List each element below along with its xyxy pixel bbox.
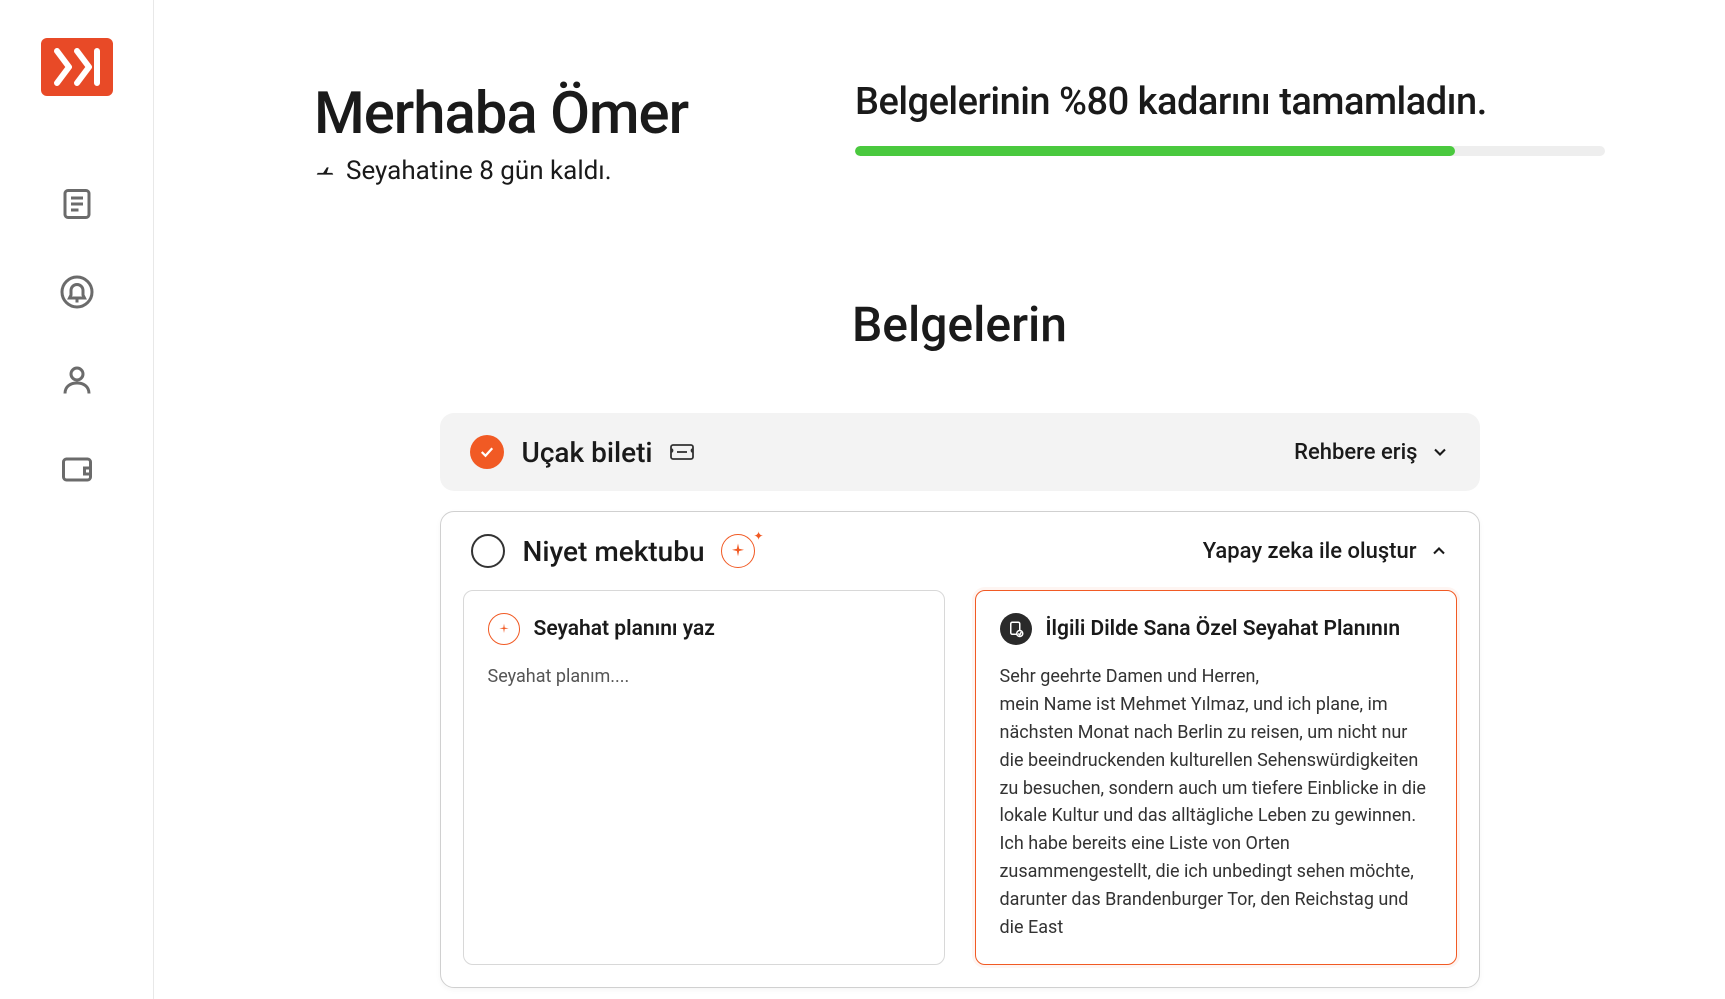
nav-profile[interactable] <box>57 360 97 400</box>
user-icon <box>59 362 95 398</box>
right-panel-generated: İlgili Dilde Sana Özel Seyahat Planının … <box>975 590 1457 965</box>
right-panel-content: Sehr geehrte Damen und Herren, mein Name… <box>1000 663 1432 942</box>
doc-card-ticket: Uçak bileti Rehbere eriş <box>440 413 1480 491</box>
sidebar <box>0 0 154 999</box>
doc-body-letter: Seyahat planını yaz Seyahat planım.... <box>441 590 1479 987</box>
plane-icon <box>314 160 336 182</box>
wallet-icon <box>59 450 95 486</box>
sparkle-icon <box>729 542 747 560</box>
doc-title-letter: Niyet mektubu ✦ <box>523 534 755 568</box>
document-icon <box>59 186 95 222</box>
ai-sparkle-badge: ✦ <box>721 534 755 568</box>
main-content: Merhaba Ömer Seyahatine 8 gün kaldı. Bel… <box>154 0 1725 999</box>
chevron-down-icon <box>1430 442 1450 462</box>
progress-fill <box>855 146 1455 156</box>
left-panel-content[interactable]: Seyahat planım.... <box>488 663 920 691</box>
doc-action-letter[interactable]: Yapay zeka ile oluştur <box>1203 539 1449 564</box>
plus-sparkle-icon <box>488 613 520 645</box>
greeting-title: Merhaba Ömer <box>314 80 688 148</box>
app-logo[interactable] <box>41 38 113 96</box>
doc-header-ticket[interactable]: Uçak bileti Rehbere eriş <box>440 413 1480 491</box>
status-completed-icon <box>470 435 504 469</box>
status-empty-icon <box>471 534 505 568</box>
documents-list: Uçak bileti Rehbere eriş <box>440 413 1480 988</box>
page-header: Merhaba Ömer Seyahatine 8 gün kaldı. Bel… <box>314 80 1605 186</box>
bell-icon <box>59 274 95 310</box>
right-panel-title: İlgili Dilde Sana Özel Seyahat Planının <box>1000 613 1432 645</box>
section-title: Belgelerin <box>314 296 1605 353</box>
doc-card-letter: Niyet mektubu ✦ Yapay zeka ile oluştur <box>440 511 1480 988</box>
left-panel-write-plan[interactable]: Seyahat planını yaz Seyahat planım.... <box>463 590 945 965</box>
left-panel-title: Seyahat planını yaz <box>488 613 920 645</box>
doc-title-ticket: Uçak bileti <box>522 436 695 469</box>
document-ai-icon <box>1000 613 1032 645</box>
doc-action-ticket[interactable]: Rehbere eriş <box>1294 440 1449 465</box>
progress-bar <box>855 146 1605 156</box>
nav-wallet[interactable] <box>57 448 97 488</box>
chevron-up-icon <box>1429 541 1449 561</box>
nav-documents[interactable] <box>57 184 97 224</box>
nav-notifications[interactable] <box>57 272 97 312</box>
ticket-icon <box>669 442 695 462</box>
trip-countdown: Seyahatine 8 gün kaldı. <box>314 156 688 186</box>
doc-header-letter[interactable]: Niyet mektubu ✦ Yapay zeka ile oluştur <box>441 512 1479 590</box>
logo-icon <box>49 45 105 89</box>
progress-label: Belgelerinin %80 kadarını tamamladın. <box>855 80 1605 124</box>
